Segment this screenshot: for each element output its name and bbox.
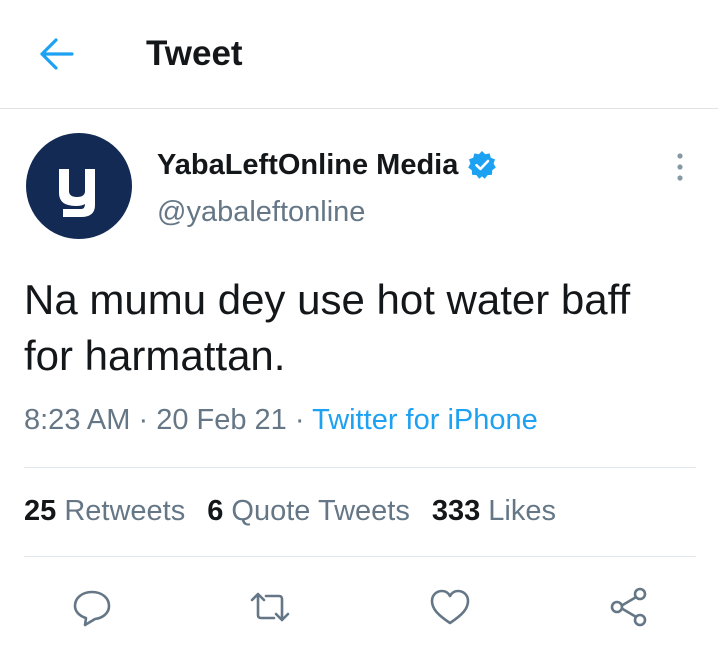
divider [24, 556, 696, 557]
like-heart-icon[interactable] [428, 585, 472, 629]
engagement-stats: 25 Retweets 6 Quote Tweets 333 Likes [24, 495, 578, 528]
verified-badge-icon [468, 151, 497, 179]
meta-separator: · [294, 404, 305, 436]
tweet-meta: 8:23 AM · 20 Feb 21 · Twitter for iPhone [24, 404, 538, 437]
meta-separator: · [138, 404, 149, 436]
author-row: YabaLeftOnline Media [157, 145, 497, 185]
quote-tweets-stat[interactable]: 6 Quote Tweets [207, 495, 410, 527]
author-name[interactable]: YabaLeftOnline Media [157, 149, 458, 182]
tweet-source-link[interactable]: Twitter for iPhone [312, 404, 538, 436]
top-bar: Tweet [0, 0, 718, 109]
more-options-icon[interactable] [669, 150, 691, 184]
avatar-logo-icon [59, 169, 95, 217]
back-arrow-icon[interactable] [36, 36, 76, 72]
quote-tweets-count: 6 [207, 495, 224, 527]
quote-tweets-label: Quote Tweets [231, 495, 410, 527]
share-icon[interactable] [607, 585, 651, 629]
tweet-text: Na mumu dey use hot water baff for harma… [24, 276, 631, 379]
author-handle[interactable]: @yabaleftonline [157, 196, 365, 229]
likes-count: 333 [431, 495, 481, 527]
retweets-stat[interactable]: 25 Retweets [24, 495, 185, 527]
retweets-label: Retweets [64, 495, 186, 527]
retweet-icon[interactable] [248, 585, 292, 629]
tweet-date: 20 Feb 21 [156, 404, 287, 436]
page-title: Tweet [146, 34, 243, 73]
divider [24, 467, 696, 468]
likes-label: Likes [488, 495, 556, 527]
likes-stat[interactable]: 333 Likes [432, 495, 556, 527]
retweets-count: 25 [24, 495, 57, 527]
tweet-time: 8:23 AM [24, 404, 131, 436]
avatar[interactable] [26, 133, 132, 239]
reply-icon[interactable] [70, 585, 114, 629]
